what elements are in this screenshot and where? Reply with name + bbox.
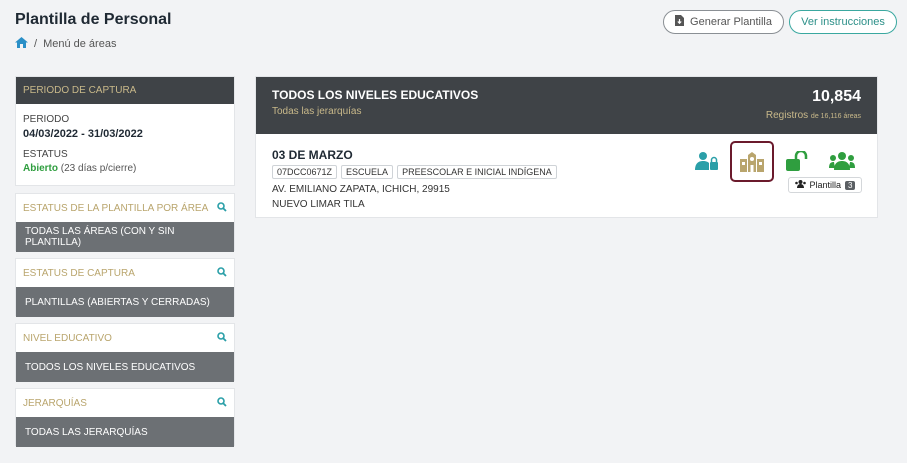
users-icon[interactable] (828, 151, 856, 171)
school-icon[interactable] (730, 141, 774, 182)
estatus-value: Abierto (23 días p/cierre) (16, 163, 234, 174)
area-tags: 07DCC0671Z ESCUELA PREESCOLAR E INICIAL … (272, 165, 557, 179)
breadcrumb-item[interactable]: Menú de áreas (43, 38, 116, 50)
plantilla-label: Plantilla (809, 180, 842, 190)
area-address: AV. EMILIANO ZAPATA, ICHICH, 29915 (272, 184, 450, 195)
home-icon[interactable] (15, 37, 28, 51)
filter-estatus-plantilla[interactable]: ESTATUS DE LA PLANTILLA POR ÁREA TODAS L… (15, 193, 235, 252)
filter-title: ESTATUS DE LA PLANTILLA POR ÁREA (23, 202, 209, 214)
estatus-label: ESTATUS (23, 149, 68, 160)
filter-title: NIVEL EDUCATIVO (23, 332, 112, 344)
periodo-heading: PERIODO DE CAPTURA (16, 77, 234, 104)
breadcrumb: / Menú de áreas (15, 37, 116, 51)
registros-note: de 16,116 áreas (810, 113, 861, 120)
ver-instrucciones-button[interactable]: Ver instrucciones (789, 10, 897, 34)
areas-title: TODOS LOS NIVELES EDUCATIVOS (272, 88, 479, 102)
estatus-note: (23 días p/cierre) (60, 163, 137, 174)
plantilla-button[interactable]: Plantilla 3 (788, 177, 862, 193)
filter-title: JERARQUÍAS (23, 397, 87, 409)
search-icon[interactable] (217, 266, 227, 280)
areas-subtitle: Todas las jerarquías (272, 106, 362, 117)
search-icon[interactable] (217, 396, 227, 410)
periodo-range: 04/03/2022 - 31/03/2022 (23, 128, 143, 140)
tag-clave: 07DCC0671Z (272, 165, 338, 179)
filter-value[interactable]: PLANTILLAS (ABIERTAS Y CERRADAS) (16, 287, 234, 317)
area-name: 03 DE MARZO (272, 148, 353, 162)
plantilla-count-badge: 3 (845, 180, 856, 190)
tag-tipo: ESCUELA (341, 165, 394, 179)
unlock-icon[interactable] (784, 150, 810, 172)
estatus-open: Abierto (23, 163, 58, 174)
filter-nivel-educativo[interactable]: NIVEL EDUCATIVO TODOS LOS NIVELES EDUCAT… (15, 323, 235, 382)
periodo-label: PERIODO (23, 114, 70, 125)
registros-text: Registros (765, 110, 809, 121)
breadcrumb-separator: / (34, 38, 38, 50)
generar-plantilla-button[interactable]: Generar Plantilla (663, 10, 784, 34)
search-icon[interactable] (217, 331, 227, 345)
filter-title: ESTATUS DE CAPTURA (23, 267, 135, 279)
filter-value[interactable]: TODAS LAS ÁREAS (CON Y SIN PLANTILLA) (16, 222, 234, 252)
filter-estatus-captura[interactable]: ESTATUS DE CAPTURA PLANTILLAS (ABIERTAS … (15, 258, 235, 317)
areas-panel: TODOS LOS NIVELES EDUCATIVOS Todas las j… (255, 76, 878, 218)
filter-value[interactable]: TODOS LOS NIVELES EDUCATIVOS (16, 352, 234, 382)
search-icon[interactable] (217, 201, 227, 215)
tag-nivel: PREESCOLAR E INICIAL INDÍGENA (397, 165, 557, 179)
file-download-icon (675, 15, 685, 29)
generar-plantilla-label: Generar Plantilla (690, 16, 772, 28)
page-title: Plantilla de Personal (15, 11, 172, 28)
areas-panel-header: TODOS LOS NIVELES EDUCATIVOS Todas las j… (256, 77, 877, 134)
area-locality: NUEVO LIMAR TILA (272, 199, 365, 210)
periodo-captura-panel: PERIODO DE CAPTURA PERIODO 04/03/2022 - … (15, 76, 235, 186)
registros-count: 10,854 (812, 88, 861, 105)
registros-label: Registros de 16,116 áreas (766, 110, 861, 121)
users-small-icon (794, 180, 806, 190)
filter-jerarquias[interactable]: JERARQUÍAS TODAS LAS JERARQUÍAS (15, 388, 235, 447)
filter-value[interactable]: TODAS LAS JERARQUÍAS (16, 417, 234, 447)
user-lock-icon[interactable] (694, 150, 720, 172)
